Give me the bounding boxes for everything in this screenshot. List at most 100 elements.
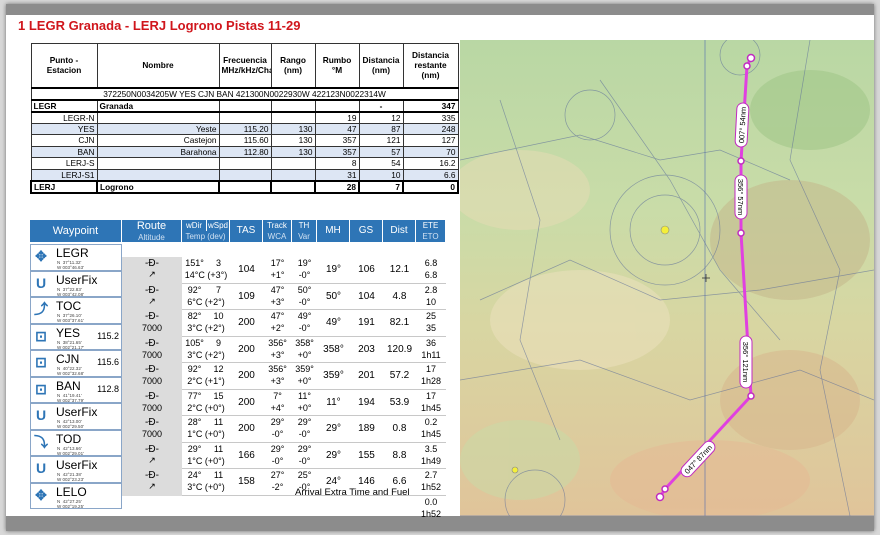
leg-gs: 194 <box>358 396 375 408</box>
leg-mh: 359° <box>323 370 344 382</box>
route-cell: 57 <box>358 145 404 158</box>
route-cell: 8 <box>314 157 360 170</box>
route-cell: BAN <box>30 145 98 158</box>
route-row[interactable]: LEGR Granada -347 <box>30 99 459 113</box>
leg-temp: 6°C (+2°) <box>187 296 225 307</box>
route-row[interactable]: BAN Barahona 112.80 130 357 57 70 <box>30 145 459 158</box>
header-mh: MH <box>317 220 349 242</box>
waypoint-coords: N 37°22.83' W 003°42.08' <box>57 286 84 297</box>
route-symbol-icon: -Ð- <box>145 443 159 455</box>
leg-separator <box>182 282 446 284</box>
leg-eto: 10 <box>425 296 436 307</box>
arrival-ete: 0.0 <box>424 496 438 507</box>
waypoint-yes[interactable]: ⊡ YES N 38°21.65' W 002°21.17' 115.2 <box>30 323 122 350</box>
leg-dist: 53.9 <box>389 396 410 408</box>
map-waypoint-userfix-2[interactable] <box>743 62 751 70</box>
waypoint-legr[interactable]: ✥ LEGR N 37°11.32' W 003°46.63' <box>30 244 122 271</box>
vor-icon: ⊡ <box>35 354 47 370</box>
leg-eto: 1h28 <box>420 376 442 387</box>
route-symbol-icon: -Ð- <box>145 470 159 482</box>
map-waypoint-legr[interactable] <box>655 492 665 502</box>
route-map[interactable]: 007° 54nm 356° 57nm 356° 121nm 047° 87nm <box>460 40 874 516</box>
route-cell: 357 <box>314 134 360 147</box>
route-cell <box>96 111 220 124</box>
route-row[interactable]: LERJ-S1 31 10 6.6 <box>30 168 459 181</box>
route-cell <box>270 99 316 113</box>
waypoint-name: CJN <box>56 352 80 366</box>
route-table: Punto - Estacion Nombre Frecuencia MHz/kHz… <box>30 43 459 194</box>
leg-temp: 3°C (+2°) <box>187 349 225 360</box>
leg-dist: 6.6 <box>392 476 407 488</box>
waypoint-cjn[interactable]: ⊡ CJN N 40°22.32' W 002°32.68' 115.6 <box>30 350 122 377</box>
leg-ete: 2.8 <box>424 284 438 295</box>
leg-mh: 19° <box>325 264 342 276</box>
map-waypoint-yes[interactable] <box>747 392 755 400</box>
waypoint-name: UserFix <box>56 405 98 419</box>
route-cell: 121 <box>358 134 404 147</box>
waypoint-ban[interactable]: ⊡ BAN N 41°19.41' W 002°37.79' 112.8 <box>30 376 122 403</box>
route-cell: 7 <box>358 179 404 194</box>
leg-wdir: 92° <box>187 284 202 295</box>
leg-altitude: 7000 <box>141 323 163 334</box>
leg-wdir: 82° <box>187 311 202 322</box>
map-waypoint-cjn[interactable] <box>737 229 745 237</box>
header-route: Route Altitude <box>122 220 181 242</box>
leg-eto: 6.8 <box>424 270 438 281</box>
map-waypoint-ban[interactable] <box>737 157 745 165</box>
route-cell: 31 <box>314 168 360 181</box>
leg-wdir: 105° <box>185 337 204 348</box>
route-cell: 248 <box>402 122 459 135</box>
route-cell: 54 <box>358 157 404 170</box>
leg-gs: 191 <box>358 317 375 329</box>
header-route-sub: Altitude <box>138 233 165 242</box>
route-cell <box>314 99 360 113</box>
waypoint-tod[interactable]: ⤵ TOD N 42°13.66' W 002°29.01' <box>30 429 122 456</box>
leg-dist: 4.8 <box>392 290 407 302</box>
toc-icon: ⤴ <box>34 301 48 317</box>
header-th-sub: Var <box>298 232 310 241</box>
leg-mh: 29° <box>325 449 342 461</box>
route-cell: LERJ-S <box>30 157 98 170</box>
waypoint-userfix[interactable]: U UserFix N 37°22.83' W 003°42.08' <box>30 270 122 297</box>
leg-eto: 35 <box>425 323 436 334</box>
header-th-label: TH <box>298 221 310 230</box>
leg-wdir: 28° <box>187 417 202 428</box>
route-cell: 130 <box>270 122 316 135</box>
route-cell: 12 <box>358 111 404 124</box>
leg-var: +0° <box>297 349 312 360</box>
leg-wspd: 11 <box>213 417 224 428</box>
route-row[interactable]: LEGR-N 19 12 335 <box>30 111 459 124</box>
header-mh-label: MH <box>325 225 341 236</box>
map-waypoint-lelo[interactable] <box>746 53 756 63</box>
route-cell: 10 <box>358 168 404 181</box>
leg-label-1: 007° 54nm <box>737 107 748 144</box>
route-cell <box>218 111 272 124</box>
leg-wca: +1° <box>270 270 285 281</box>
route-cell <box>96 168 220 181</box>
leg-ete: 25 <box>425 311 436 322</box>
climb-arrow-icon: ↗ <box>148 481 156 492</box>
route-row[interactable]: LERJ Logrono 28 7 0 <box>30 179 459 194</box>
waypoint-lelo[interactable]: ✥ LELO N 42°27.25' W 002°19.25' <box>30 482 122 509</box>
route-row[interactable]: CJN Castejon 115.60 130 357 121 127 <box>30 134 459 147</box>
waypoint-name: YES <box>56 325 81 340</box>
waypoint-name: TOC <box>56 299 82 313</box>
leg-wspd: 7 <box>215 284 221 295</box>
waypoint-userfix[interactable]: U UserFix N 42°13.00' W 002°29.50' <box>30 403 122 430</box>
leg-wspd: 11 <box>213 470 224 481</box>
waypoint-toc[interactable]: ⤴ TOC N 37°26.10' W 003°37.61' <box>30 297 122 324</box>
leg-track: 356° <box>268 337 287 348</box>
leg-wdir: 29° <box>187 443 202 454</box>
route-cell: 357 <box>314 145 360 158</box>
waypoint-name: LEGR <box>56 246 89 260</box>
leg-wdir: 92° <box>187 364 202 375</box>
waypoint-userfix[interactable]: U UserFix N 42°21.38' W 002°23.23' <box>30 456 122 483</box>
route-row[interactable]: LERJ-S 8 54 16.2 <box>30 157 459 170</box>
climb-arrow-icon: ↗ <box>148 454 156 465</box>
leg-label-2: 356° 57nm <box>736 179 745 215</box>
route-col-header: Rango (nm) <box>270 43 316 89</box>
header-dist: Dist <box>383 220 415 242</box>
route-cell <box>218 168 272 181</box>
map-waypoint-userfix-1[interactable] <box>661 485 669 493</box>
route-row[interactable]: YES Yeste 115.20 130 47 87 248 <box>30 122 459 135</box>
